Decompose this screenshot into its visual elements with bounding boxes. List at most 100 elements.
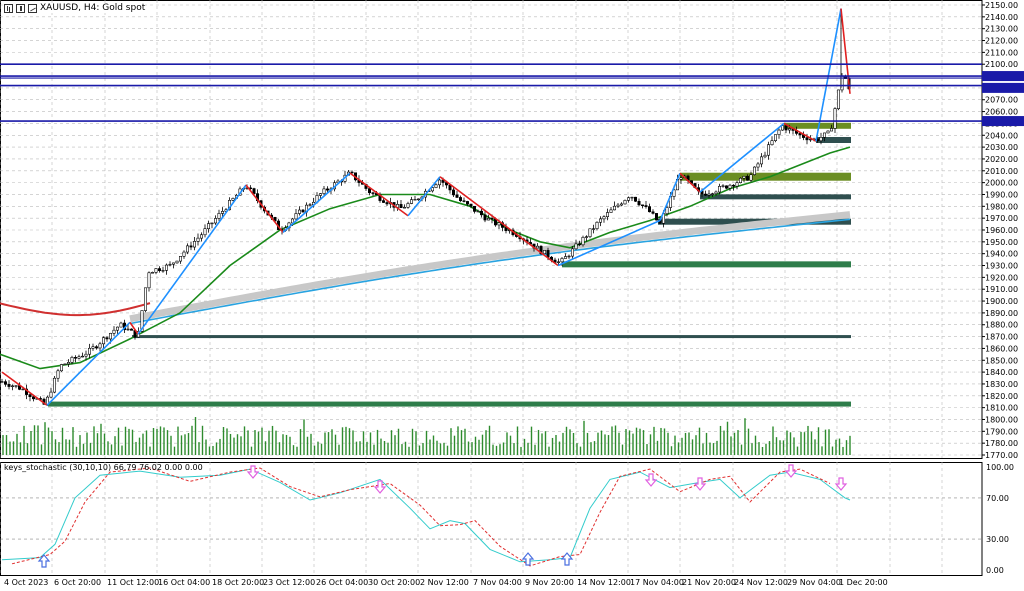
candle-body (805, 137, 809, 141)
candle-body (829, 128, 833, 132)
candle-body (721, 185, 725, 187)
candle-body (95, 346, 99, 349)
price-label: 1950.00 (985, 238, 1018, 247)
price-label: 2100.00 (985, 60, 1018, 69)
candle-body (203, 228, 207, 236)
candle-body (98, 343, 102, 349)
price-chart[interactable]: 2150.00 2140.00 2130.00 2120.00 2110.00 2100.… (0, 0, 1024, 591)
arrow-down-icon (693, 477, 707, 491)
candle-body (759, 156, 763, 165)
candle-body (52, 377, 56, 393)
candle-body (472, 205, 476, 212)
time-label: 9 Nov 20:00 (525, 578, 574, 587)
candle-body (210, 222, 214, 225)
candle-body (479, 210, 483, 216)
candle-body (563, 256, 567, 259)
candle-body (609, 209, 613, 213)
bar-chart-icon[interactable] (4, 3, 13, 13)
candle-body (749, 174, 753, 181)
time-label: 18 Oct 20:00 (212, 578, 264, 587)
indicator-label: keys_stochastic (30,10,10) 66.79 76.02 0… (4, 463, 203, 472)
candlestick-icon[interactable] (16, 3, 25, 13)
candle-body (409, 199, 413, 204)
candle-body (172, 262, 176, 265)
price-label: 1890.00 (985, 309, 1018, 318)
price-label: 2040.00 (985, 131, 1018, 140)
candle-body (623, 200, 627, 205)
candle-body (644, 205, 648, 207)
stochastic-lines (11, 467, 831, 567)
price-label: 1860.00 (985, 344, 1018, 353)
arrow-up-icon (560, 552, 574, 566)
candle-body (112, 329, 116, 334)
time-label: 7 Nov 04:00 (473, 578, 522, 587)
zigzag-lines (1, 8, 851, 406)
candle-body (70, 357, 74, 363)
candle-body (81, 355, 85, 358)
candle-body (612, 205, 616, 211)
candle-body (570, 248, 574, 257)
candle-body (109, 333, 113, 340)
candle-body (679, 177, 683, 180)
candle-body (154, 268, 158, 273)
candle-body (710, 193, 714, 195)
candle-body (546, 250, 550, 258)
candle-body (0, 381, 4, 383)
candle-body (581, 236, 585, 246)
candle-body (14, 385, 18, 387)
candle-body (88, 347, 92, 355)
candle-body (350, 171, 354, 174)
candle-body (742, 175, 746, 179)
price-label: 2000.00 (985, 179, 1018, 188)
candle-body (483, 214, 487, 221)
candle-body (168, 263, 172, 266)
price-label: 1790.00 (985, 427, 1018, 436)
candle-body (584, 236, 588, 238)
price-label: 2010.00 (985, 167, 1018, 176)
candle-body (158, 268, 162, 271)
arrow-down-icon (784, 464, 798, 478)
candle-body (179, 256, 183, 262)
price-label: 1800.00 (985, 415, 1018, 424)
line-chart-icon[interactable] (28, 3, 37, 13)
candle-body (367, 188, 371, 194)
candle-body (175, 260, 179, 264)
indicator-level-label: 0.00 (986, 566, 1004, 575)
candle-body (126, 328, 130, 331)
ma-slow (129, 218, 851, 325)
candle-body (4, 381, 8, 385)
price-label: 2060.00 (985, 108, 1018, 117)
candle-body (822, 132, 826, 138)
candle-body (186, 245, 190, 253)
candle-body (574, 243, 578, 250)
candle-body (770, 140, 774, 146)
zigzag-up-segment (282, 172, 351, 233)
arrow-up-icon (521, 552, 535, 566)
price-label: 2020.00 (985, 155, 1018, 164)
candle-body (602, 216, 606, 220)
candle-body (591, 228, 595, 230)
candle-body (756, 163, 760, 168)
candle-body (63, 363, 67, 366)
candle-body (31, 396, 35, 400)
candle-body (717, 186, 721, 193)
chart-title-bar: XAUUSD, H4: Gold spot (4, 3, 146, 13)
candle-body (221, 211, 225, 214)
price-label: 1820.00 (985, 392, 1018, 401)
time-label: 21 Nov 20:00 (682, 578, 736, 587)
candle-body (784, 125, 788, 131)
candle-body (105, 337, 109, 340)
price-label: 1850.00 (985, 356, 1018, 365)
candle-body (560, 258, 564, 263)
candle-body (640, 204, 644, 206)
candle-body (654, 213, 658, 221)
price-axis[interactable]: 2150.00 2140.00 2130.00 2120.00 2110.00 2100.… (982, 1, 1024, 460)
zigzag-down-segment (245, 184, 284, 233)
candle-body (577, 243, 581, 246)
candle-body (462, 200, 466, 202)
candle-body (490, 218, 494, 220)
time-axis[interactable]: 4 Oct 2023 6 Oct 20:00 11 Oct 12:0016 Oct … (4, 578, 888, 587)
candle-body (207, 223, 211, 229)
price-label: 1980.00 (985, 202, 1018, 211)
time-label: 26 Oct 04:00 (316, 578, 368, 587)
